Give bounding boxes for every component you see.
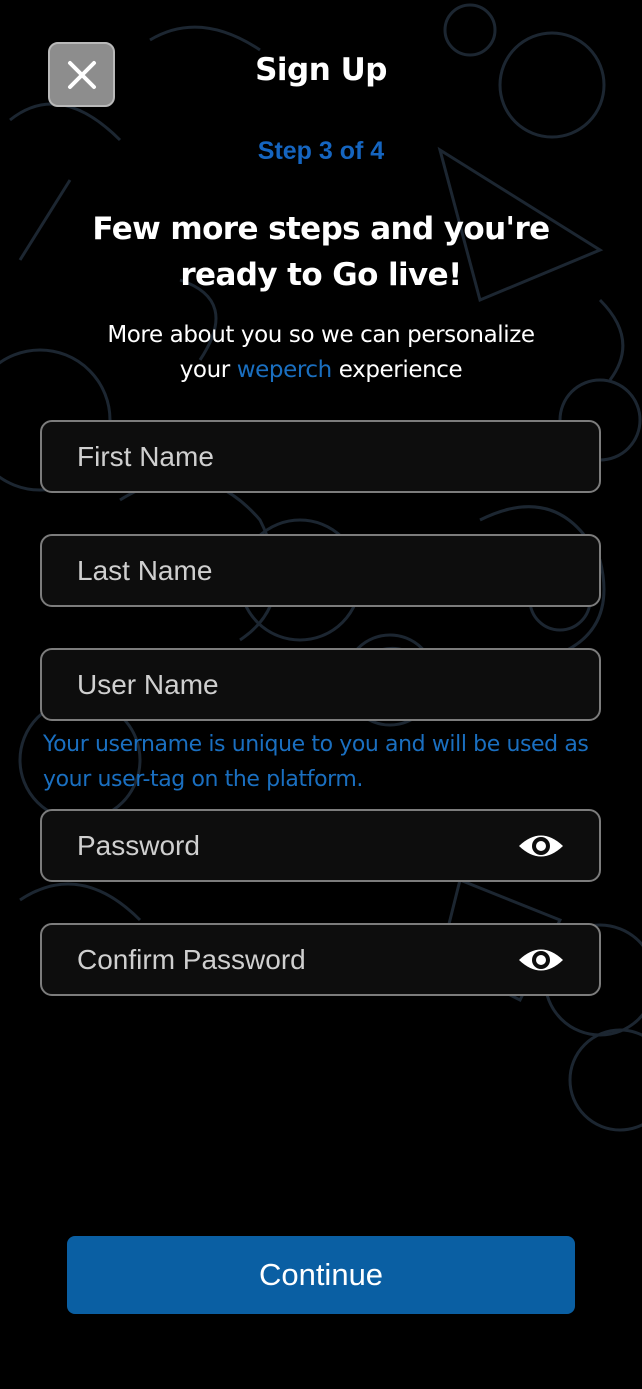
subtitle-line-1: More about you so we can personalize (107, 322, 535, 348)
last-name-placeholder: Last Name (77, 554, 213, 586)
subtitle-your: your (179, 357, 231, 383)
password-field[interactable]: Password (40, 809, 601, 882)
subtitle: More about you so we can personalize you… (40, 318, 602, 388)
headline-line-2: ready to Go live! (180, 257, 462, 293)
eye-icon[interactable] (517, 945, 565, 975)
confirm-password-placeholder: Confirm Password (77, 943, 306, 975)
subtitle-end: experience (338, 357, 463, 383)
user-name-field[interactable]: User Name (40, 648, 601, 721)
step-indicator: Step 3 of 4 (257, 137, 385, 165)
headline-line-1: Few more steps and you're (92, 211, 550, 247)
user-name-placeholder: User Name (77, 668, 219, 700)
eye-icon[interactable] (517, 831, 565, 861)
continue-button[interactable]: Continue (67, 1236, 575, 1314)
last-name-field[interactable]: Last Name (40, 534, 601, 607)
first-name-placeholder: First Name (77, 440, 214, 472)
headline: Few more steps and you're ready to Go li… (40, 206, 602, 298)
page-title: Sign Up (255, 52, 387, 88)
confirm-password-field[interactable]: Confirm Password (40, 923, 601, 996)
first-name-field[interactable]: First Name (40, 420, 601, 493)
password-placeholder: Password (77, 829, 200, 861)
username-helper-text: Your username is unique to you and will … (43, 732, 589, 792)
brand-name: weperch (236, 357, 332, 383)
subtitle-line-2: your weperch experience (40, 353, 602, 388)
